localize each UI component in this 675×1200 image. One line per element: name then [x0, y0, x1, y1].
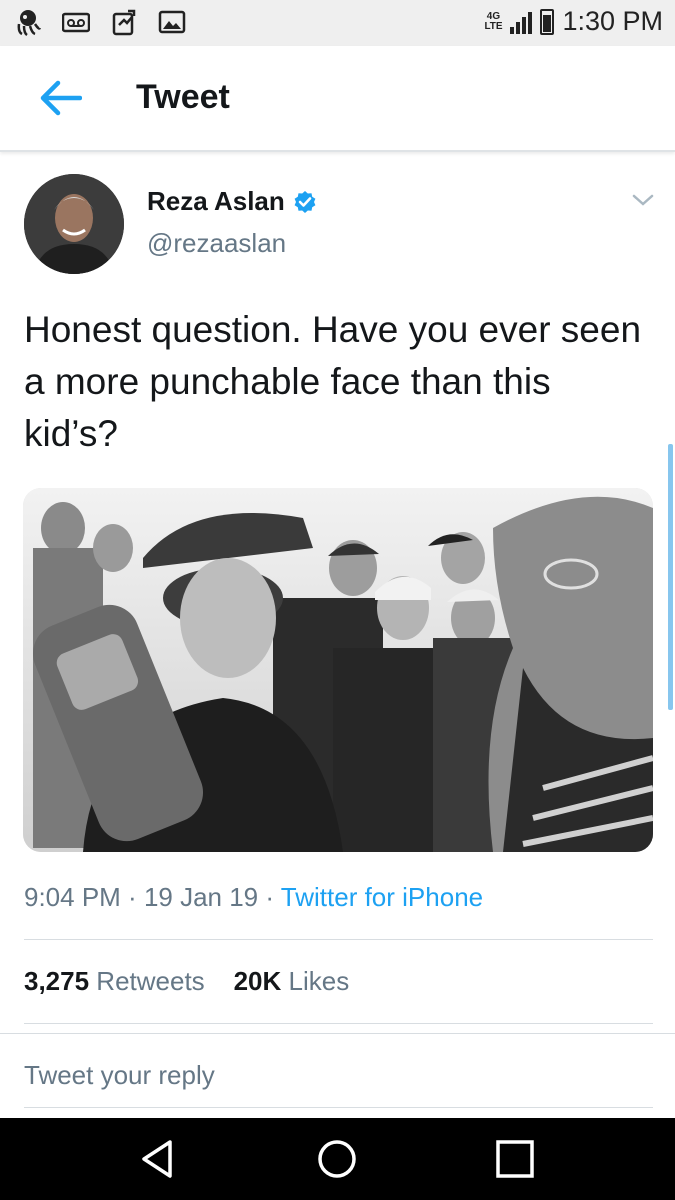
voicemail-icon: [62, 12, 90, 33]
retweets-stat[interactable]: 3,275 Retweets: [24, 966, 205, 996]
tweet-date: 19 Jan 19: [143, 882, 259, 912]
divider: [0, 1033, 675, 1034]
back-arrow-icon[interactable]: [38, 80, 82, 116]
status-bar: 4G LTE 1:30 PM: [0, 0, 675, 46]
nav-recents-icon[interactable]: [492, 1136, 538, 1182]
verified-badge-icon: [294, 190, 316, 213]
reply-input[interactable]: Tweet your reply: [24, 1060, 215, 1091]
signal-icon: [510, 10, 533, 34]
battery-icon: [540, 8, 555, 35]
image-icon: [158, 10, 186, 34]
likes-stat[interactable]: 20K Likes: [234, 966, 350, 996]
tweet-stats: 3,275 Retweets 20K Likes: [24, 966, 349, 997]
divider: [24, 939, 653, 940]
author-name[interactable]: Reza Aslan: [147, 186, 285, 217]
scrollbar[interactable]: [668, 444, 673, 710]
page-title: Tweet: [136, 78, 230, 116]
avatar[interactable]: [24, 174, 124, 274]
tweet-photo[interactable]: [23, 488, 653, 852]
sync-icon: [112, 9, 136, 36]
status-time: 1:30 PM: [562, 6, 663, 36]
tweet-source-link[interactable]: Twitter for iPhone: [281, 882, 483, 912]
network-indicator: 4G LTE: [484, 10, 503, 32]
nav-home-icon[interactable]: [314, 1136, 360, 1182]
chevron-down-icon[interactable]: [630, 190, 656, 210]
divider: [24, 1023, 653, 1024]
tweet-timestamp: 9:04 PM · 19 Jan 19 · Twitter for iPhone: [24, 882, 484, 912]
top-app-bar: Tweet: [0, 46, 675, 152]
octopus-icon: [17, 10, 42, 36]
divider: [24, 1107, 653, 1108]
navigation-bar: [0, 1118, 675, 1200]
author-handle[interactable]: @rezaaslan: [147, 228, 286, 259]
tweet-text: Honest question. Have you ever seen a mo…: [24, 309, 642, 454]
tweet-time: 9:04 PM: [24, 882, 121, 912]
nav-back-icon[interactable]: [136, 1136, 182, 1182]
